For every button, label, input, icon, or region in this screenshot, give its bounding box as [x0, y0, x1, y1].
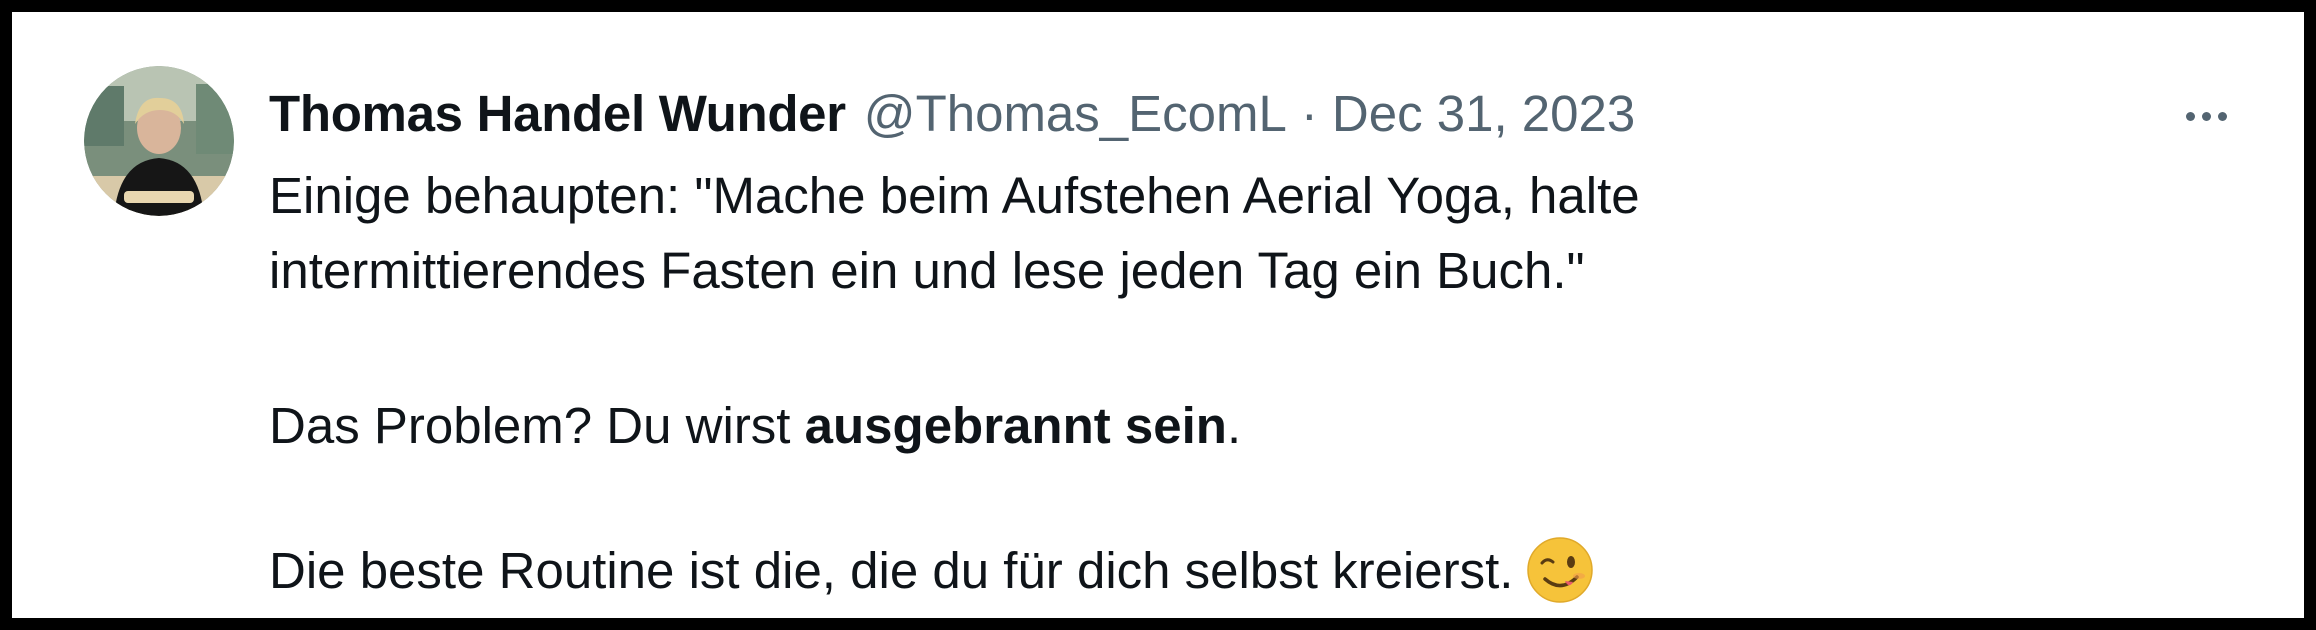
tweet-line-3-prefix: Das Problem? Du wirst: [269, 397, 805, 454]
more-dot: [2185, 111, 2195, 121]
user-handle[interactable]: @Thomas_EcomL: [864, 74, 1287, 154]
tweet-text: Einige behaupten: "Mache beim Aufstehen …: [269, 158, 2229, 608]
tweet-line-3: Das Problem? Du wirst ausgebrannt sein.: [269, 388, 2229, 463]
tweet-line-1: Einige behaupten: "Mache beim Aufstehen …: [269, 167, 1640, 224]
more-dot: [2217, 111, 2227, 121]
tweet-line-3-suffix: .: [1226, 397, 1242, 454]
tweet-header: Thomas Handel Wunder @Thomas_EcomL · Dec…: [269, 74, 1635, 154]
separator-dot: ·: [1300, 85, 1318, 142]
tweet-line-4: Die beste Routine ist die, die du für di…: [269, 533, 2229, 608]
tweet-line-3-bold: ausgebrannt sein: [804, 397, 1227, 454]
tweet-line-4-text: Die beste Routine ist die, die du für di…: [269, 542, 1514, 599]
more-dot: [2201, 111, 2211, 121]
more-horizontal-icon[interactable]: [2172, 86, 2240, 146]
tweet-line-2: intermittierendes Fasten ein und lese je…: [269, 242, 1585, 299]
display-name[interactable]: Thomas Handel Wunder: [269, 74, 846, 154]
tweet-card[interactable]: Thomas Handel Wunder @Thomas_EcomL · Dec…: [24, 24, 2292, 606]
winking-face-emoji-icon: [1525, 535, 1595, 605]
avatar[interactable]: [84, 66, 234, 216]
tweet-date[interactable]: Dec 31, 2023: [1332, 74, 1635, 154]
avatar-image: [84, 66, 234, 216]
screenshot-frame: Thomas Handel Wunder @Thomas_EcomL · Dec…: [0, 0, 2316, 630]
